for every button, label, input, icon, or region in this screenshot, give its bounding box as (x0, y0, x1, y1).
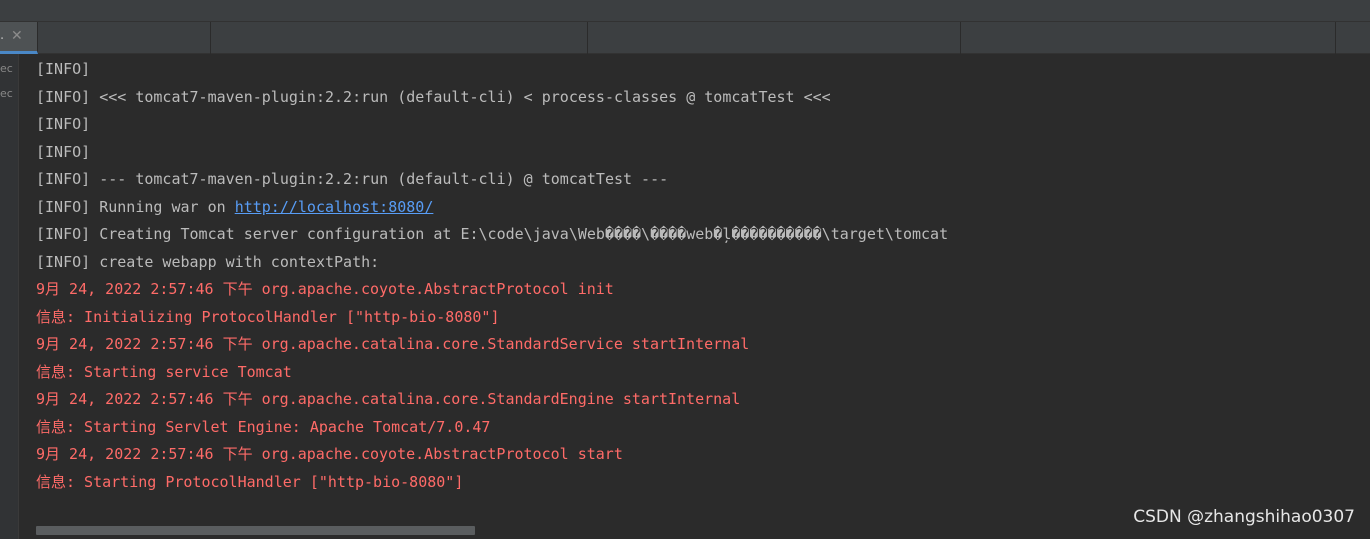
console-line-text: [INFO] Running war on (36, 197, 235, 216)
console-line: 信息: Starting Servlet Engine: Apache Tomc… (36, 417, 491, 436)
gutter-item[interactable]: ec (0, 87, 19, 101)
console-line: 信息: Initializing ProtocolHandler ["http-… (36, 307, 500, 326)
console-line: 信息: Starting service Tomcat (36, 362, 292, 381)
console-line: [INFO] (36, 142, 91, 161)
console-output[interactable]: [INFO] [INFO] <<< tomcat7-maven-plugin:2.… (36, 57, 1356, 507)
console-line: 信息: Starting ProtocolHandler ["http-bio-… (36, 472, 464, 491)
console-line: [INFO] (36, 115, 91, 133)
left-gutter: ec ec (0, 54, 19, 539)
tab-2[interactable] (38, 22, 211, 54)
console-line: 9月 24, 2022 2:57:46 下午 org.apache.coyote… (36, 280, 614, 298)
console-line: 9月 24, 2022 2:57:46 下午 org.apache.coyote… (36, 445, 623, 463)
tab-5[interactable] (961, 22, 1336, 54)
console-line: [INFO] --- tomcat7-maven-plugin:2.2:run … (36, 170, 669, 188)
tab-label: . (0, 28, 5, 43)
tab-3[interactable] (211, 22, 588, 54)
tab-run-console[interactable]: . ✕ (0, 22, 38, 54)
console-line: [INFO] Creating Tomcat server configurat… (36, 225, 949, 243)
gutter-item[interactable]: ec (0, 62, 19, 76)
console-line: 9月 24, 2022 2:57:46 下午 org.apache.catali… (36, 335, 750, 353)
console-line: [INFO] <<< tomcat7-maven-plugin:2.2:run … (36, 87, 831, 106)
watermark: CSDN @zhangshihao0307 (1133, 507, 1355, 527)
console-line: [INFO] (36, 60, 91, 78)
run-tab-bar: . ✕ (0, 22, 1370, 54)
close-icon[interactable]: ✕ (11, 27, 23, 45)
localhost-link[interactable]: http://localhost:8080/ (235, 198, 434, 216)
window-top-strip (0, 0, 1370, 22)
horizontal-scrollbar-thumb[interactable] (36, 526, 475, 535)
console-line: [INFO] Running war on http://localhost:8… (36, 195, 1356, 223)
console-line: [INFO] create webapp with contextPath: (36, 252, 380, 271)
tab-4[interactable] (588, 22, 961, 54)
console-line: 9月 24, 2022 2:57:46 下午 org.apache.catali… (36, 390, 741, 408)
